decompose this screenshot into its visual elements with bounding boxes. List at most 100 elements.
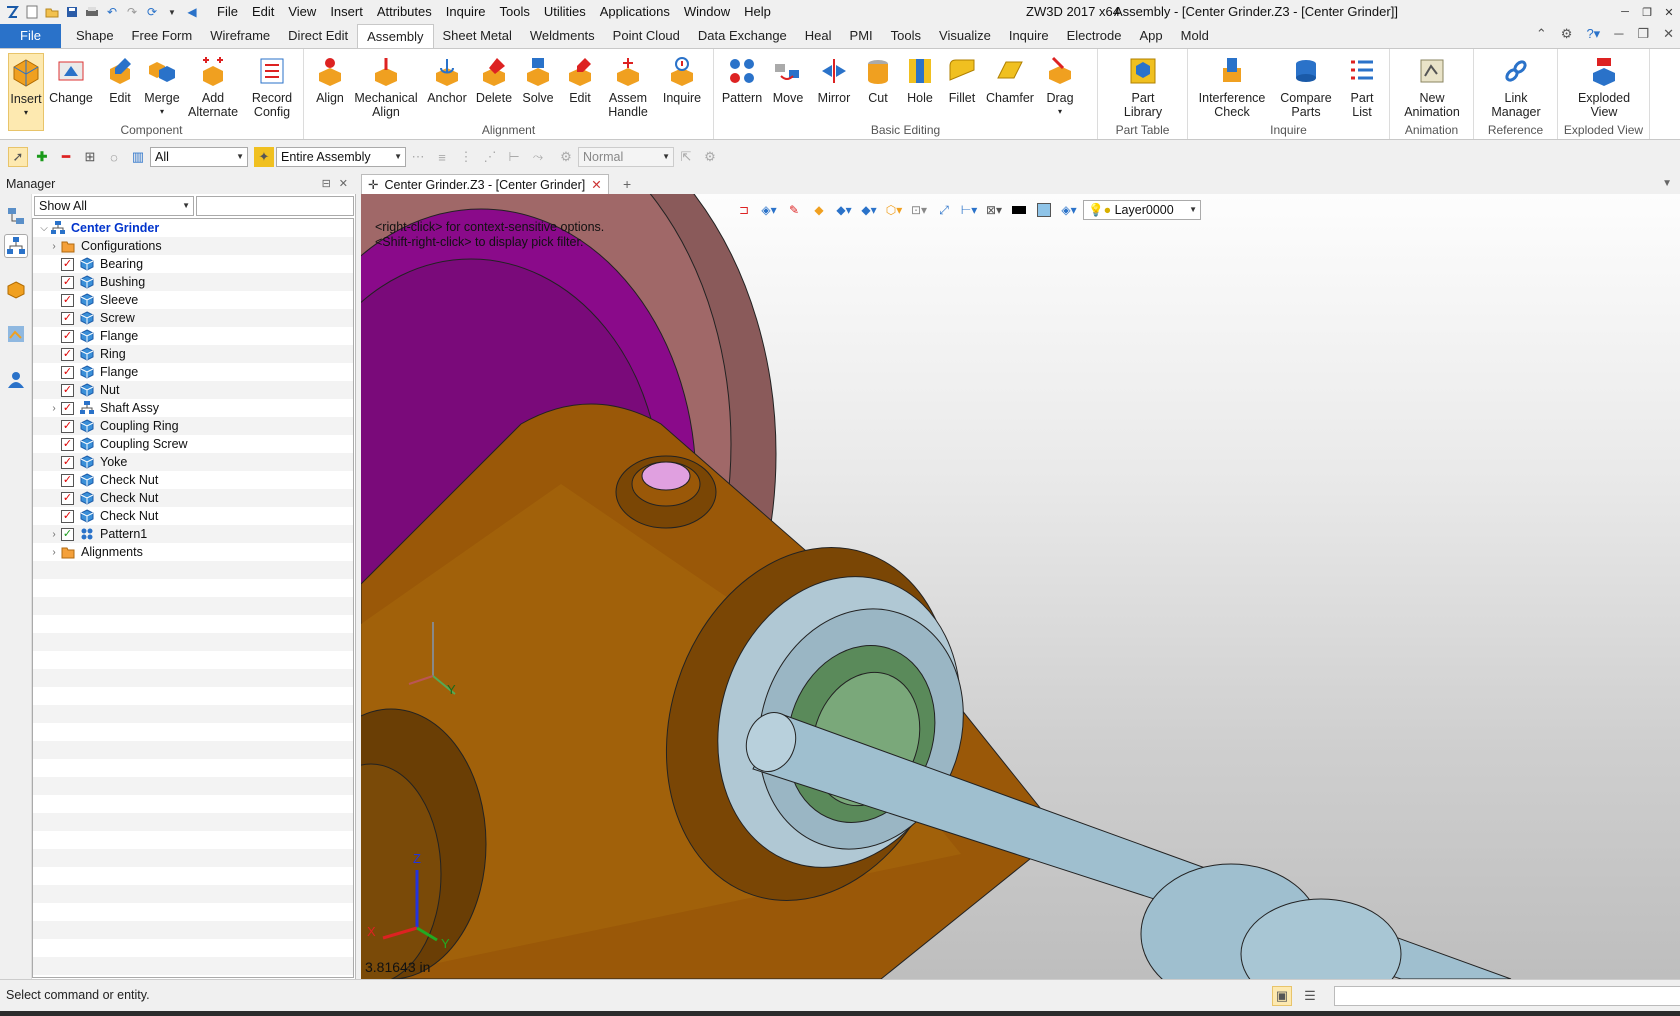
collapse-ribbon-icon[interactable]: ⌃ xyxy=(1536,26,1547,42)
tree-item[interactable]: ✓ Coupling Ring xyxy=(33,417,353,435)
mode-icon[interactable]: ⚙ xyxy=(556,147,576,167)
view-manager-icon[interactable] xyxy=(4,278,28,302)
measure-icon[interactable]: ⊢▾ xyxy=(958,200,980,220)
tree-item[interactable]: › Configurations xyxy=(33,237,353,255)
minimize-icon[interactable]: ─ xyxy=(1614,0,1636,24)
move-button[interactable]: Move xyxy=(766,53,810,105)
tree-item[interactable]: › ✓ Shaft Assy xyxy=(33,399,353,417)
mechanical-align-button[interactable]: Mechanical Align xyxy=(352,53,420,119)
status-list-icon[interactable]: ☰ xyxy=(1300,986,1320,1006)
tab-free-form[interactable]: Free Form xyxy=(123,24,202,48)
merge-button[interactable]: Merge ▾ xyxy=(142,53,182,119)
drag-button[interactable]: Drag ▾ xyxy=(1038,53,1082,119)
pin-icon[interactable]: ⊟ xyxy=(322,174,331,194)
visibility-checkbox[interactable]: ✓ xyxy=(61,329,74,343)
manager-search-input[interactable] xyxy=(196,196,354,216)
mirror-button[interactable]: Mirror xyxy=(812,53,856,105)
history-manager-icon[interactable] xyxy=(4,204,28,228)
command-input[interactable] xyxy=(1334,986,1680,1006)
undo-icon[interactable]: ↶ xyxy=(104,4,120,20)
visibility-checkbox[interactable]: ✓ xyxy=(61,419,74,433)
remove-icon[interactable]: ━ xyxy=(56,147,76,167)
tree-item[interactable]: ✓ Bearing xyxy=(33,255,353,273)
edit-alignment-button[interactable]: Edit xyxy=(560,53,600,105)
menu-utilities[interactable]: Utilities xyxy=(537,0,593,24)
cube-view-icon[interactable]: ⬡▾ xyxy=(883,200,905,220)
model-render[interactable] xyxy=(361,194,1680,979)
close-icon[interactable]: ✕ xyxy=(1658,0,1680,24)
menu-attributes[interactable]: Attributes xyxy=(370,0,439,24)
tab-direct-edit[interactable]: Direct Edit xyxy=(279,24,357,48)
record-config-button[interactable]: Record Config xyxy=(244,53,300,119)
visibility-checkbox[interactable]: ✓ xyxy=(61,293,74,307)
collapse-chevron-icon[interactable]: ⌵ xyxy=(37,223,51,234)
solve-button[interactable]: Solve xyxy=(518,53,558,105)
tab-wireframe[interactable]: Wireframe xyxy=(201,24,279,48)
document-tab-close-icon[interactable]: ✕ xyxy=(591,177,601,192)
fillet-button[interactable]: Fillet xyxy=(942,53,982,105)
display-mode-icon[interactable]: ◆▾ xyxy=(833,200,855,220)
visibility-checkbox[interactable]: ✓ xyxy=(61,401,74,415)
select-arrow-icon[interactable]: ➚ xyxy=(8,147,28,167)
visibility-checkbox[interactable]: ✓ xyxy=(61,437,74,451)
expand-chevron-icon[interactable]: › xyxy=(47,529,61,540)
doc-restore-icon[interactable]: ❐ xyxy=(1637,26,1649,42)
pick-cursor-icon[interactable]: ⇱ xyxy=(676,147,696,167)
menu-help[interactable]: Help xyxy=(737,0,778,24)
tree-item[interactable]: ✓ Sleeve xyxy=(33,291,353,309)
box-select-icon[interactable]: ⊞ xyxy=(80,147,100,167)
compare-parts-button[interactable]: Compare Parts xyxy=(1274,53,1338,119)
tab-app[interactable]: App xyxy=(1131,24,1172,48)
tree-item[interactable]: ✓ Bushing xyxy=(33,273,353,291)
visibility-checkbox[interactable]: ✓ xyxy=(61,347,74,361)
help-icon[interactable]: ?▾ xyxy=(1586,26,1600,42)
mode-combo[interactable]: Normal ▼ xyxy=(578,147,674,167)
filter-view-icon[interactable]: ⊠▾ xyxy=(983,200,1005,220)
zoom-fit-icon[interactable]: ⤢ xyxy=(933,200,955,220)
lasso-icon[interactable]: ◌ xyxy=(104,147,124,167)
show-filter-combo[interactable]: Show All ▼ xyxy=(34,196,194,216)
tab-sheet-metal[interactable]: Sheet Metal xyxy=(434,24,521,48)
pick-option3-icon[interactable]: ⋮ xyxy=(456,147,476,167)
assembly-manager-icon[interactable] xyxy=(4,234,28,258)
color-black-icon[interactable] xyxy=(1008,200,1030,220)
tab-point-cloud[interactable]: Point Cloud xyxy=(604,24,689,48)
menu-window[interactable]: Window xyxy=(677,0,737,24)
back-arrow-icon[interactable]: ◀ xyxy=(184,4,200,20)
expand-chevron-icon[interactable]: › xyxy=(47,547,61,558)
new-animation-button[interactable]: New Animation xyxy=(1394,53,1470,119)
interference-check-button[interactable]: Interference Check xyxy=(1194,53,1270,119)
pattern-button[interactable]: Pattern xyxy=(720,53,764,105)
insert-button[interactable]: Insert ▾ xyxy=(8,53,44,131)
tree-item[interactable]: ✓ Flange xyxy=(33,327,353,345)
print-icon[interactable] xyxy=(84,4,100,20)
visibility-checkbox[interactable]: ✓ xyxy=(61,311,74,325)
tree-item[interactable]: ✓ Flange xyxy=(33,363,353,381)
save-icon[interactable] xyxy=(64,4,80,20)
tab-visualize[interactable]: Visualize xyxy=(930,24,1000,48)
view-orient-icon[interactable]: ◈▾ xyxy=(758,200,780,220)
tab-heal[interactable]: Heal xyxy=(796,24,841,48)
tree-root[interactable]: ⌵ Center Grinder xyxy=(33,219,353,237)
menu-inquire[interactable]: Inquire xyxy=(439,0,493,24)
pick-option4-icon[interactable]: ⋰ xyxy=(480,147,500,167)
visibility-checkbox[interactable]: ✓ xyxy=(61,275,74,289)
visibility-checkbox[interactable]: ✓ xyxy=(61,257,74,271)
tab-weldments[interactable]: Weldments xyxy=(521,24,604,48)
menu-applications[interactable]: Applications xyxy=(593,0,677,24)
tree-item[interactable]: ✓ Ring xyxy=(33,345,353,363)
assembly-scope-icon[interactable]: ✦ xyxy=(254,147,274,167)
tree-item[interactable]: › Alignments xyxy=(33,543,353,561)
zoom-icon[interactable]: ⊡▾ xyxy=(908,200,930,220)
visibility-checkbox[interactable]: ✓ xyxy=(61,473,74,487)
filter-chart-icon[interactable]: ▥ xyxy=(128,147,148,167)
menu-view[interactable]: View xyxy=(281,0,323,24)
document-tab[interactable]: ✛ Center Grinder.Z3 - [Center Grinder] ✕ xyxy=(361,174,609,194)
tab-pmi[interactable]: PMI xyxy=(841,24,882,48)
expand-chevron-icon[interactable]: › xyxy=(47,241,61,252)
edit-component-button[interactable]: Edit xyxy=(100,53,140,105)
pick-option5-icon[interactable]: ⊢ xyxy=(504,147,524,167)
tab-file[interactable]: File xyxy=(0,24,61,48)
redo-icon[interactable]: ↷ xyxy=(124,4,140,20)
restore-icon[interactable]: ❐ xyxy=(1636,0,1658,24)
